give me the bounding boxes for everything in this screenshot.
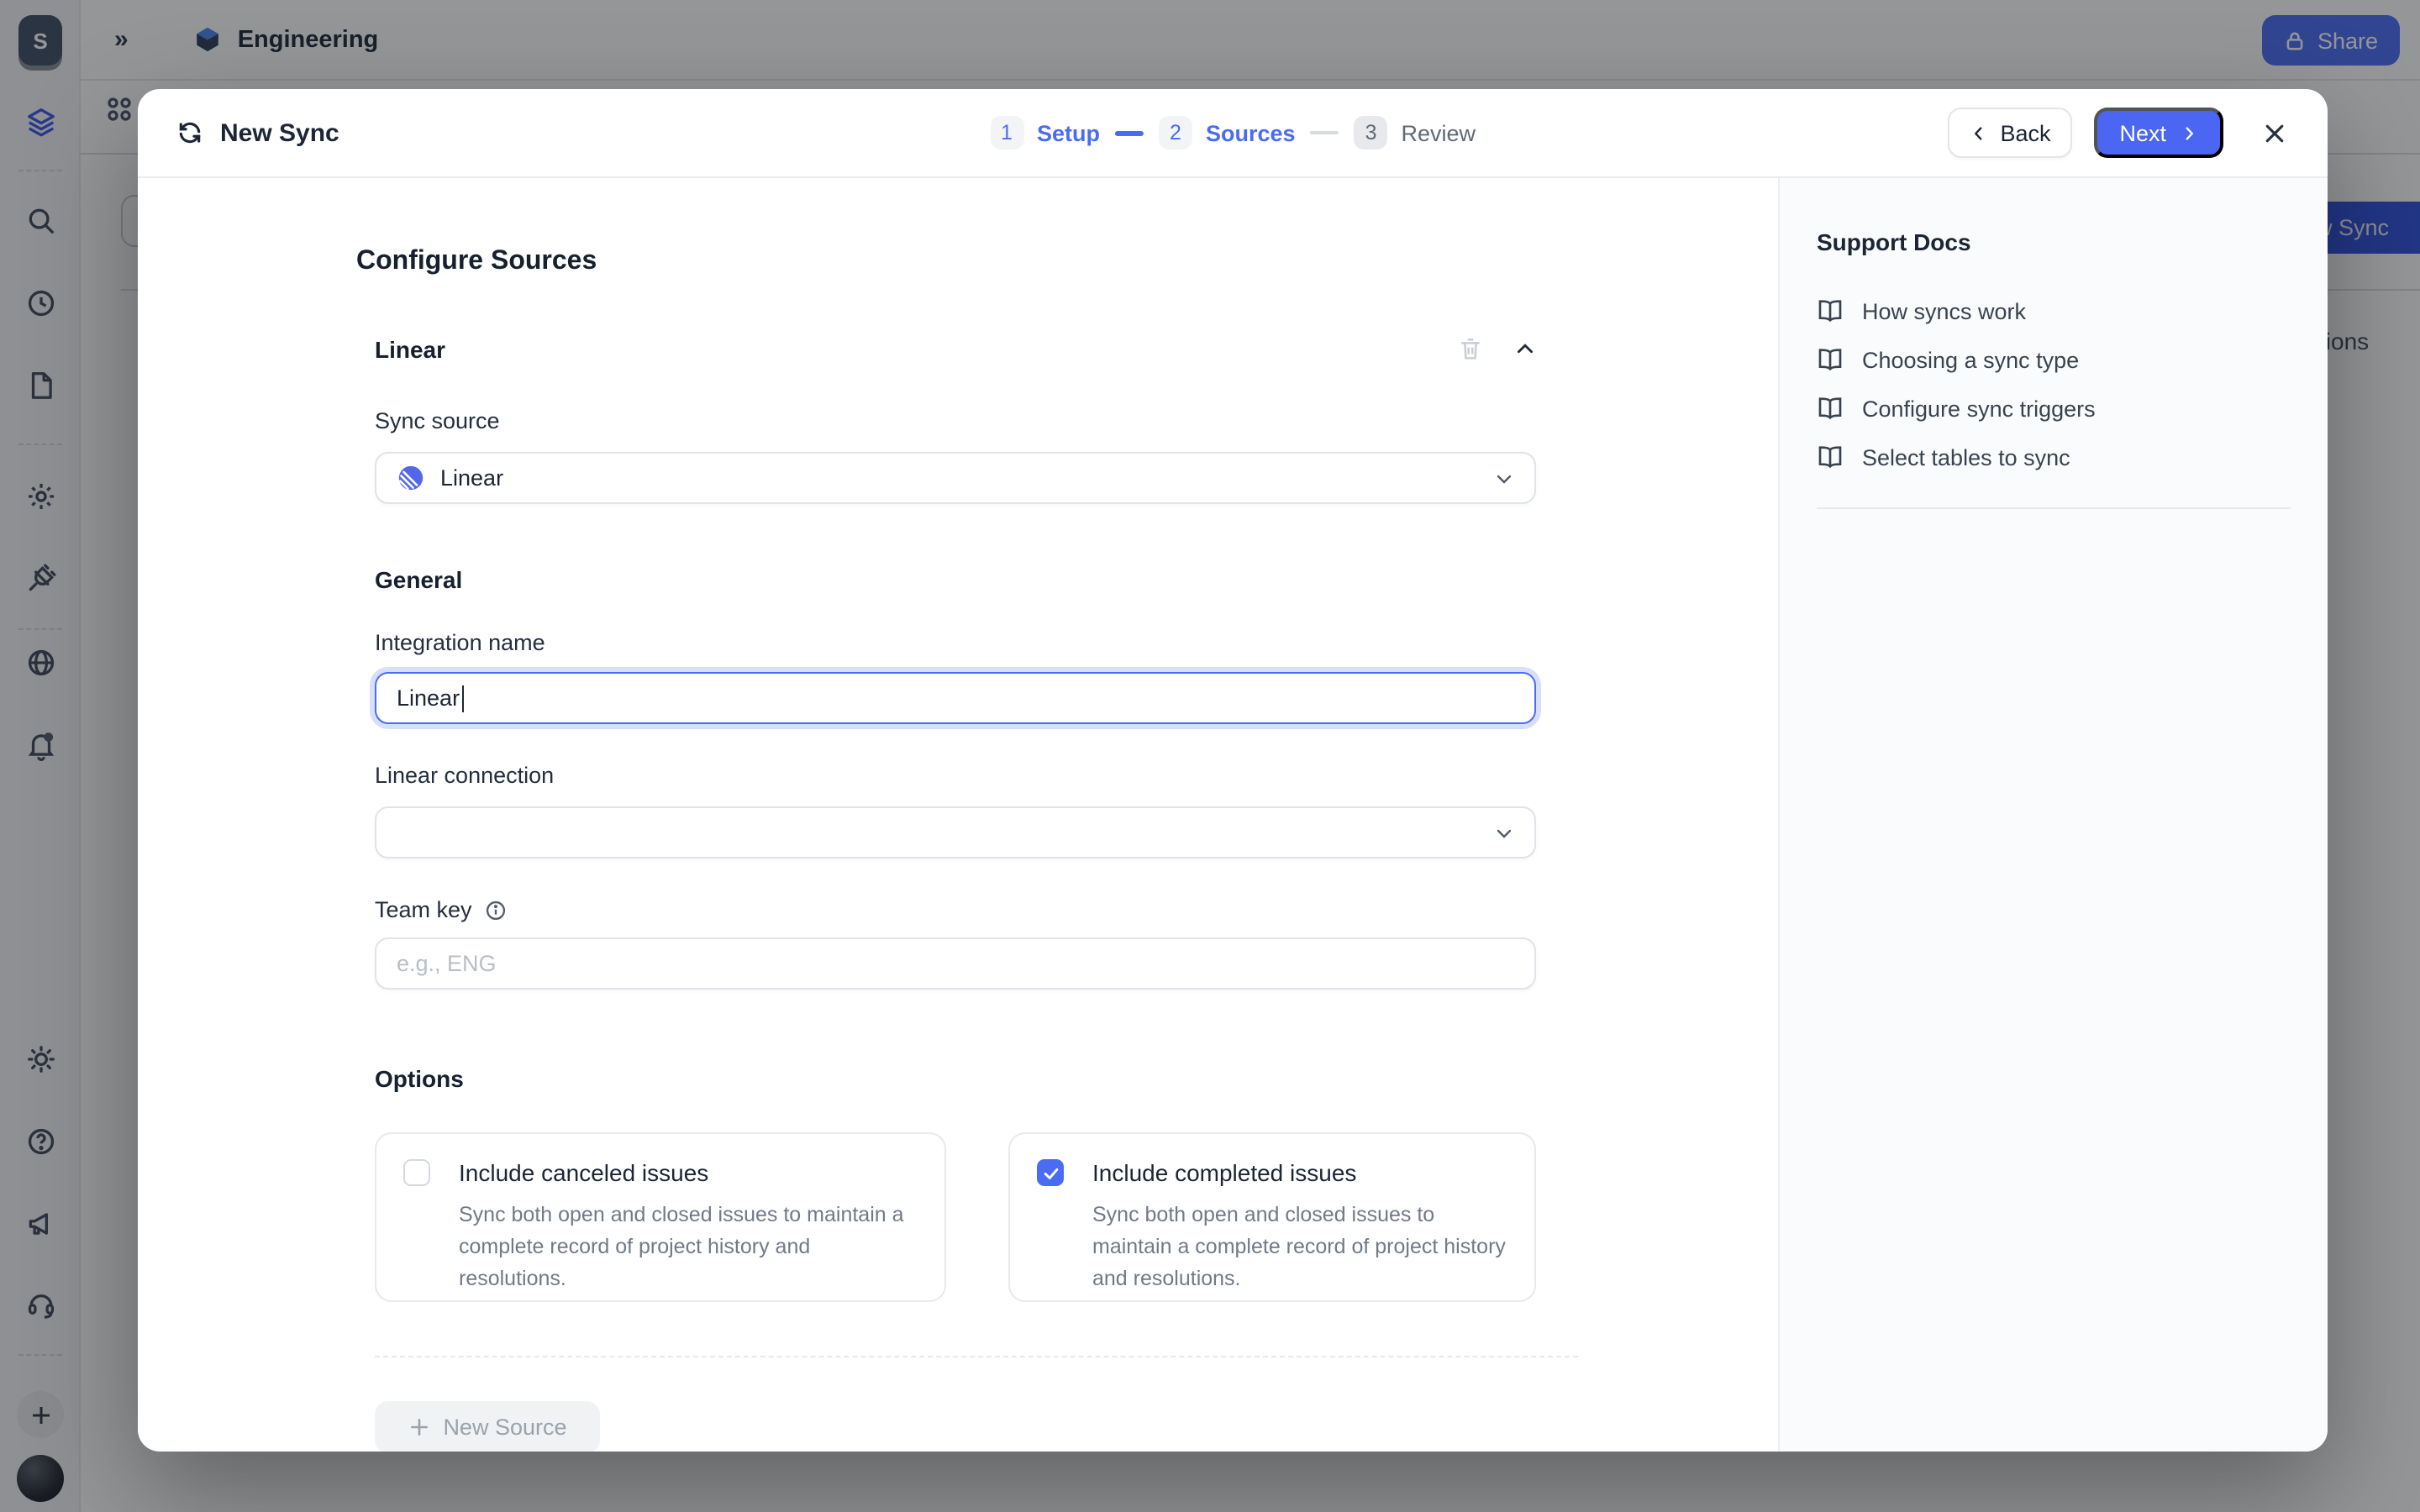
option-card-completed[interactable]: Include completed issues Sync both open … <box>1008 1132 1536 1302</box>
source-section-title: Linear <box>375 335 445 362</box>
sync-source-select[interactable]: Linear <box>375 452 1536 504</box>
doc-link-how-syncs-work[interactable]: How syncs work <box>1817 297 2291 324</box>
source-section: Linear Sync source <box>375 334 1536 1302</box>
book-icon <box>1817 395 1844 422</box>
chevron-down-icon <box>1494 468 1514 488</box>
general-heading: General <box>375 566 1536 593</box>
sync-icon <box>176 119 203 146</box>
options-heading: Options <box>375 1065 1536 1092</box>
chevron-up-icon[interactable] <box>1514 338 1536 360</box>
next-button[interactable]: Next <box>2094 108 2223 158</box>
screen: » Engineering Share w Sync tions S <box>0 0 2420 1512</box>
doc-link-choosing-sync-type[interactable]: Choosing a sync type <box>1817 346 2291 373</box>
doc-link-configure-sync-triggers[interactable]: Configure sync triggers <box>1817 395 2291 422</box>
checkbox-checked[interactable] <box>1037 1159 1064 1186</box>
page-title: Configure Sources <box>356 247 1778 277</box>
sync-source-label: Sync source <box>375 408 1536 433</box>
new-source-button[interactable]: New Source <box>375 1401 600 1452</box>
step-setup[interactable]: 1 Setup <box>990 116 1100 150</box>
trash-icon[interactable] <box>1457 334 1484 363</box>
integration-name-input[interactable]: Linear <box>375 672 1536 724</box>
wizard-steps: 1 Setup 2 Sources 3 Review <box>990 116 1476 150</box>
support-docs-divider <box>1817 507 2291 509</box>
linear-connection-label: Linear connection <box>375 763 1536 788</box>
book-icon <box>1817 444 1844 470</box>
new-sync-modal: New Sync 1 Setup 2 Sources 3 Review <box>138 89 2328 1452</box>
step-connector <box>1115 130 1144 135</box>
support-docs-title: Support Docs <box>1817 228 2291 255</box>
checkbox-unchecked[interactable] <box>403 1159 430 1186</box>
back-button[interactable]: Back <box>1948 108 2072 158</box>
step-sources[interactable]: 2 Sources <box>1159 116 1296 150</box>
team-key-input[interactable]: e.g., ENG <box>375 937 1536 990</box>
modal-main-content: Configure Sources Linear Sync source <box>138 178 1778 1452</box>
linear-connection-select[interactable] <box>375 806 1536 858</box>
option-card-canceled[interactable]: Include canceled issues Sync both open a… <box>375 1132 946 1302</box>
team-key-label: Team key <box>375 897 1536 922</box>
linear-logo-icon <box>397 464 425 492</box>
close-icon[interactable] <box>2257 116 2291 150</box>
chevron-left-icon <box>1970 123 1988 142</box>
modal-header: New Sync 1 Setup 2 Sources 3 Review <box>138 89 2328 178</box>
step-review[interactable]: 3 Review <box>1355 116 1476 150</box>
book-icon <box>1817 297 1844 324</box>
integration-name-label: Integration name <box>375 630 1536 655</box>
modal-title: New Sync <box>220 118 339 147</box>
section-divider <box>375 1356 1578 1357</box>
info-icon[interactable] <box>484 898 508 921</box>
chevron-right-icon <box>2180 123 2198 142</box>
doc-link-select-tables[interactable]: Select tables to sync <box>1817 444 2291 470</box>
step-connector <box>1311 131 1339 134</box>
chevron-down-icon <box>1494 822 1514 843</box>
text-caret <box>461 685 464 711</box>
book-icon <box>1817 346 1844 373</box>
support-docs-panel: Support Docs How syncs work Choosing a s… <box>1778 178 2328 1452</box>
plus-icon <box>408 1416 429 1438</box>
